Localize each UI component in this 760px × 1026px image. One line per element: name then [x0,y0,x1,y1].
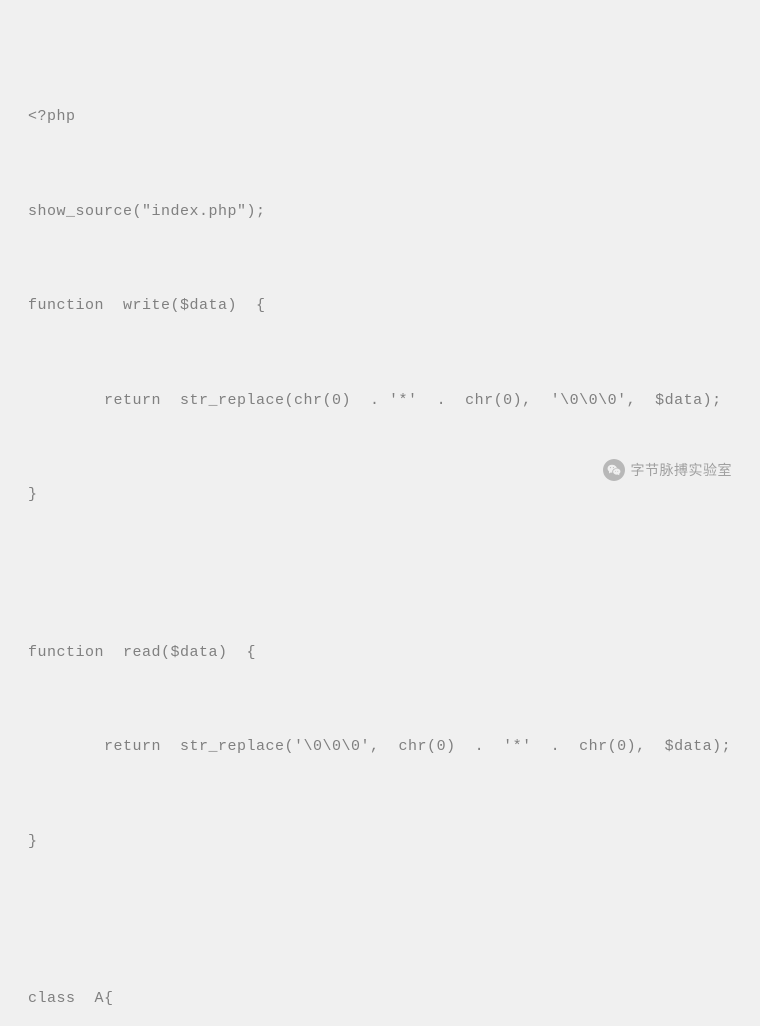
code-line: class A{ [28,983,732,1015]
watermark-text: 字节脉搏实验室 [631,456,733,485]
code-line: function read($data) { [28,637,732,669]
code-block: <?php show_source("index.php"); function… [28,38,732,1026]
code-line: function write($data) { [28,290,732,322]
code-line: return str_replace('\0\0\0', chr(0) . '*… [28,731,732,763]
code-line: return str_replace(chr(0) . '*' . chr(0)… [28,385,732,417]
wechat-icon [603,459,625,481]
code-line: <?php [28,101,732,133]
code-line: show_source("index.php"); [28,196,732,228]
code-line: } [28,826,732,858]
watermark: 字节脉搏实验室 [603,456,733,485]
